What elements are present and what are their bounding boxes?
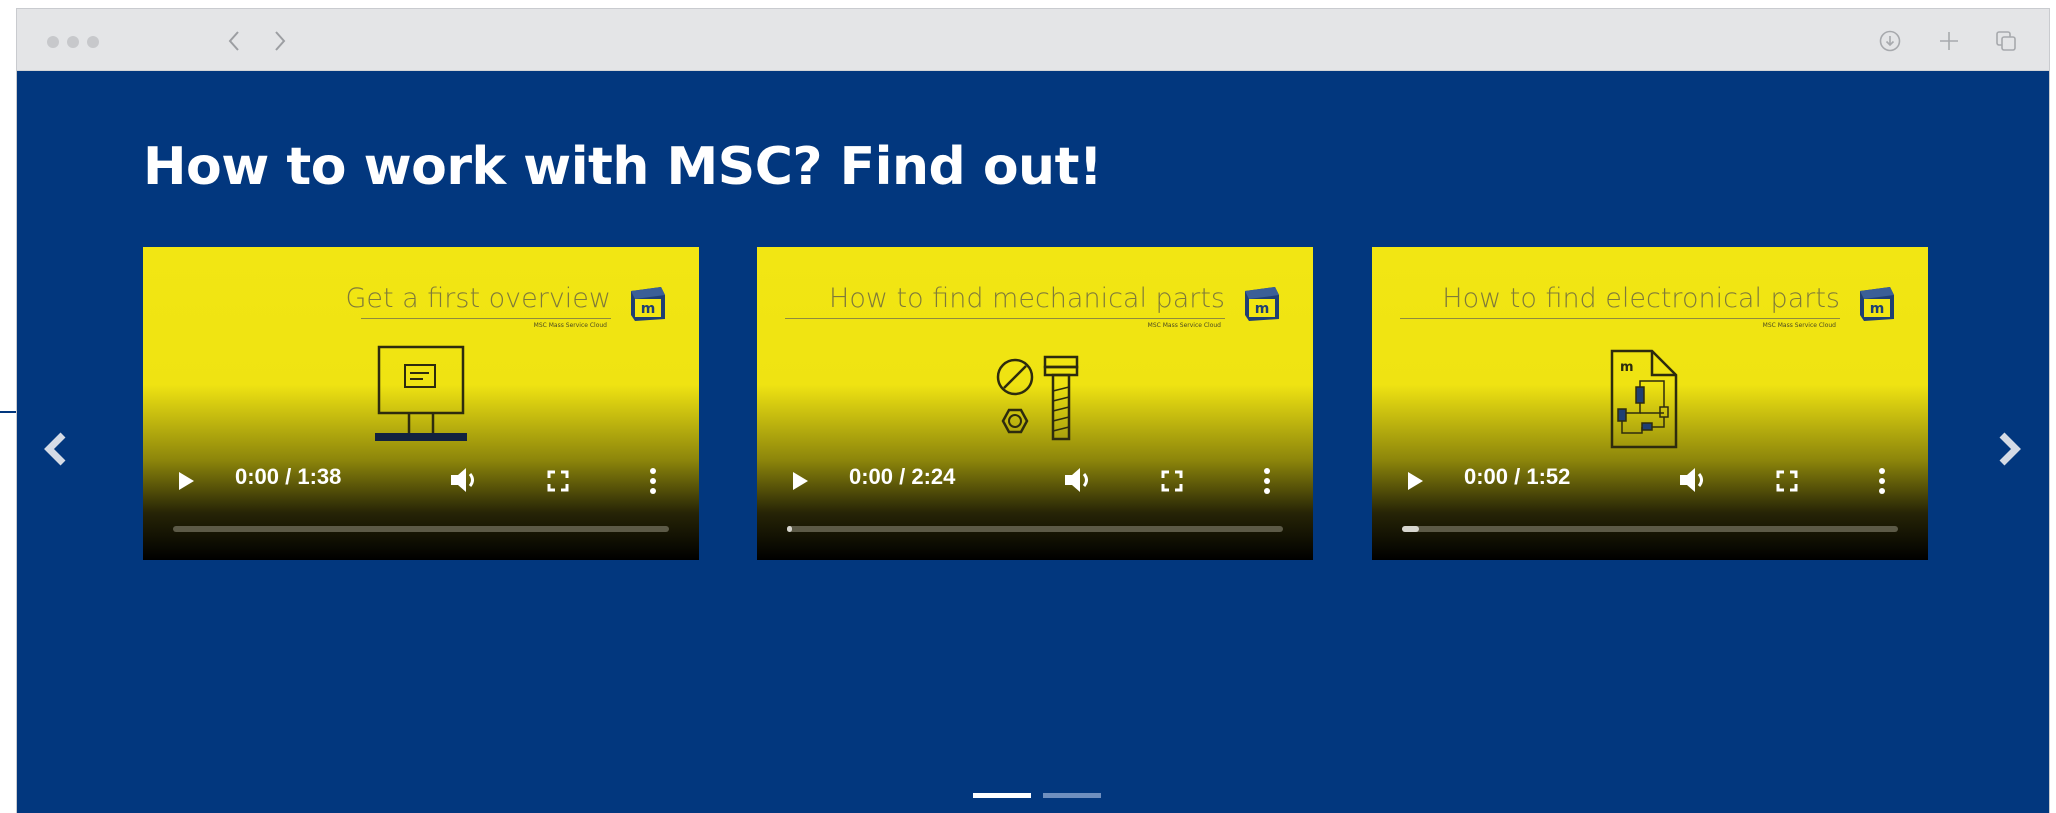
chevron-right-icon bbox=[275, 31, 286, 51]
video-caption: Get a first overview bbox=[345, 283, 611, 314]
progress-fill bbox=[1402, 526, 1420, 532]
progress-bar[interactable] bbox=[1402, 526, 1898, 532]
fullscreen-icon[interactable] bbox=[547, 470, 569, 492]
svg-text:m: m bbox=[1255, 301, 1270, 317]
new-tab-button[interactable] bbox=[1934, 26, 1964, 56]
carousel-indicator-1[interactable] bbox=[973, 793, 1031, 798]
msc-logo-icon: m bbox=[1245, 287, 1279, 321]
video-subcaption: MSC Mass Service Cloud bbox=[1147, 322, 1221, 329]
more-options-icon[interactable] bbox=[1878, 468, 1886, 494]
svg-text:m: m bbox=[641, 301, 656, 317]
svg-text:m: m bbox=[1870, 301, 1885, 317]
download-icon bbox=[1879, 30, 1901, 52]
volume-icon[interactable] bbox=[449, 466, 481, 494]
carousel-indicator-2[interactable] bbox=[1043, 793, 1101, 798]
plus-icon bbox=[1940, 32, 1958, 50]
chevron-left-icon bbox=[228, 31, 239, 51]
chevron-left-icon bbox=[44, 432, 66, 466]
browser-back-button[interactable] bbox=[220, 27, 248, 55]
browser-forward-button[interactable] bbox=[266, 27, 294, 55]
caption-underline bbox=[1400, 318, 1840, 319]
play-button[interactable] bbox=[1408, 472, 1423, 490]
play-button[interactable] bbox=[793, 472, 808, 490]
volume-icon[interactable] bbox=[1678, 466, 1710, 494]
video-controls: 0:00 / 1:52 bbox=[1372, 440, 1928, 560]
video-controls: 0:00 / 2:24 bbox=[757, 440, 1313, 560]
bolt-and-nut-icon bbox=[996, 355, 1079, 441]
progress-fill bbox=[787, 526, 792, 532]
video-time: 0:00 / 1:52 bbox=[1464, 464, 1571, 489]
video-subcaption: MSC Mass Service Cloud bbox=[533, 322, 607, 329]
carousel-indicators bbox=[973, 793, 1101, 799]
tabs-icon bbox=[1996, 31, 2016, 51]
browser-window: How to work with MSC? Find out! Get a fi… bbox=[16, 8, 2050, 813]
video-time: 0:00 / 1:38 bbox=[235, 464, 342, 489]
video-player-electronical[interactable]: How to find electronical parts MSC Mass … bbox=[1372, 247, 1928, 560]
video-caption: How to find mechanical parts bbox=[829, 283, 1225, 314]
fullscreen-icon[interactable] bbox=[1161, 470, 1183, 492]
fullscreen-icon[interactable] bbox=[1776, 470, 1798, 492]
carousel-prev-button[interactable] bbox=[41, 429, 71, 469]
carousel-next-button[interactable] bbox=[1994, 429, 2024, 469]
more-options-icon[interactable] bbox=[1263, 468, 1271, 494]
window-dot-close[interactable] bbox=[47, 36, 59, 48]
video-player-mechanical[interactable]: How to find mechanical parts MSC Mass Se… bbox=[757, 247, 1313, 560]
more-options-icon[interactable] bbox=[649, 468, 657, 494]
msc-logo-icon: m bbox=[1860, 287, 1894, 321]
monitor-icon bbox=[375, 345, 467, 441]
video-time: 0:00 / 2:24 bbox=[849, 464, 956, 489]
video-player-overview[interactable]: Get a first overview MSC Mass Service Cl… bbox=[143, 247, 699, 560]
volume-icon[interactable] bbox=[1063, 466, 1095, 494]
download-button[interactable] bbox=[1875, 26, 1905, 56]
window-dot-zoom[interactable] bbox=[87, 36, 99, 48]
video-section: How to work with MSC? Find out! Get a fi… bbox=[17, 71, 2049, 813]
msc-logo-icon: m bbox=[631, 287, 665, 321]
video-caption: How to find electronical parts bbox=[1442, 283, 1840, 314]
caption-underline bbox=[361, 318, 611, 319]
play-button[interactable] bbox=[179, 472, 194, 490]
browser-toolbar bbox=[17, 9, 2049, 71]
edge-divider bbox=[0, 411, 16, 413]
circuit-document-icon: m bbox=[1610, 349, 1678, 449]
page-title: How to work with MSC? Find out! bbox=[143, 137, 1103, 197]
progress-bar[interactable] bbox=[787, 526, 1283, 532]
video-controls: 0:00 / 1:38 bbox=[143, 440, 699, 560]
caption-underline bbox=[785, 318, 1225, 319]
svg-text:m: m bbox=[1620, 360, 1634, 375]
chevron-right-icon bbox=[1999, 432, 2021, 466]
tabs-overview-button[interactable] bbox=[1991, 26, 2021, 56]
progress-bar[interactable] bbox=[173, 526, 669, 532]
video-subcaption: MSC Mass Service Cloud bbox=[1762, 322, 1836, 329]
window-dot-minimize[interactable] bbox=[67, 36, 79, 48]
